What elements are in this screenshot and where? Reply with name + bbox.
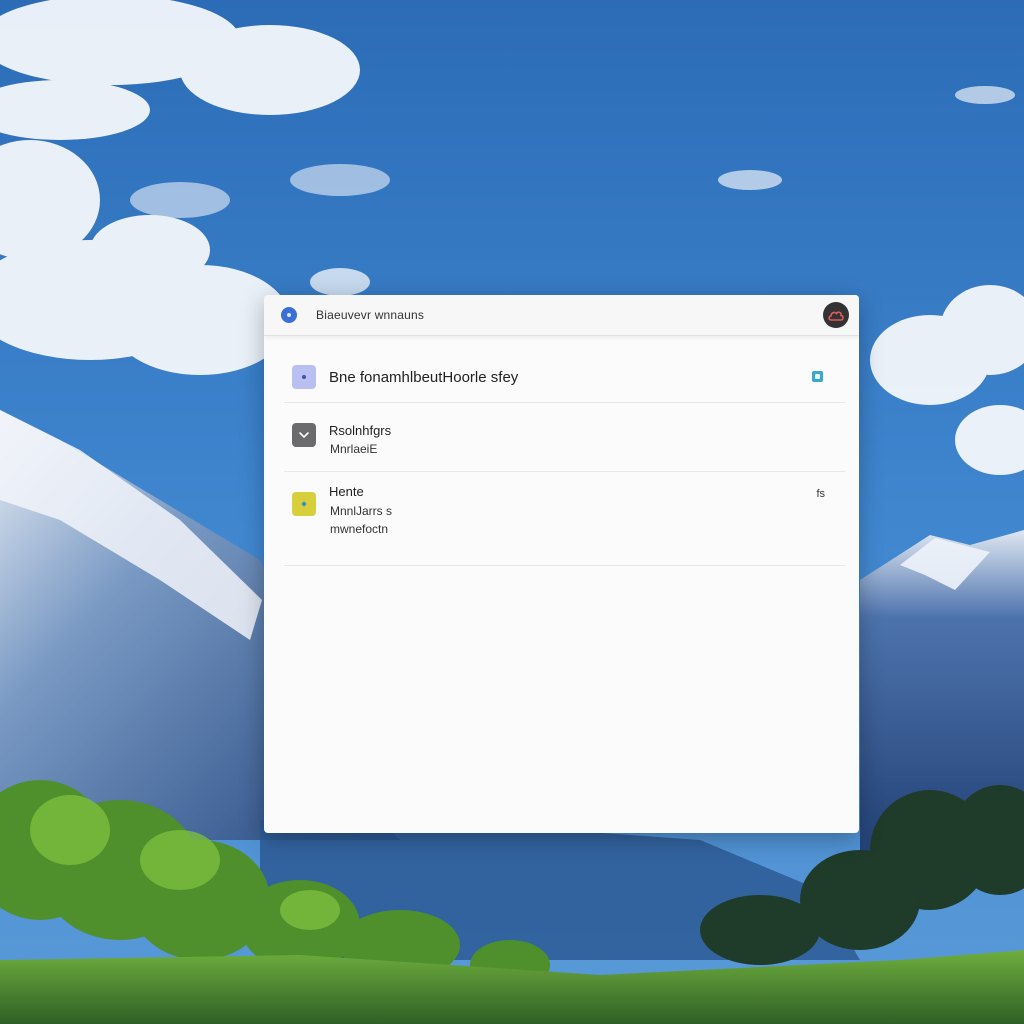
user-avatar[interactable] (823, 302, 849, 328)
list-item[interactable]: Rsolnhfgrs MnrlaeiE (284, 403, 845, 472)
circle-dot-icon (292, 365, 316, 389)
list-item[interactable]: Hente MnnlJarrs s mwnefoctn fs (284, 472, 845, 566)
dot-icon (292, 492, 316, 516)
list-item-subtitle-line-1: MnnlJarrs s (330, 504, 393, 518)
list-item-title: Hente (329, 484, 364, 499)
list-item-subtitle-line-2: mwnefoctn (330, 522, 389, 536)
list-item-subtitle: MnrlaeiE (330, 442, 378, 456)
app-logo-icon (281, 307, 297, 323)
title-bar: Biaeuvevr wnnauns (264, 295, 859, 336)
item-list: Bne fonamhlbeutHoorle sfey Rsolnhfgrs Mn… (264, 336, 859, 566)
list-item-title: Rsolnhfgrs (329, 423, 392, 438)
desktop: Biaeuvevr wnnauns Bne fonamhlbeutHoorle … (0, 0, 1024, 1024)
list-item[interactable]: Bne fonamhlbeutHoorle sfey (284, 336, 845, 403)
list-item-subtitle: MnnlJarrs s mwnefoctn (330, 502, 392, 538)
app-window: Biaeuvevr wnnauns Bne fonamhlbeutHoorle … (264, 295, 859, 833)
window-title: Biaeuvevr wnnauns (316, 308, 425, 322)
chevron-down-icon[interactable] (292, 423, 316, 447)
list-item-title: Bne fonamhlbeutHoorle sfey (329, 369, 519, 386)
square-badge-icon[interactable] (812, 371, 823, 382)
cloud-icon (828, 311, 844, 321)
list-item-meta: fs (816, 488, 825, 500)
